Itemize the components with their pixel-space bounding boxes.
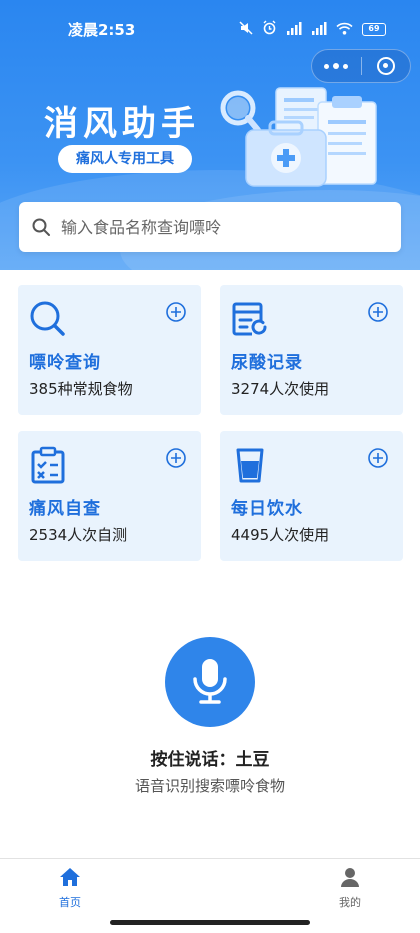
dot-icon [333, 63, 340, 69]
add-circle-icon[interactable] [165, 447, 187, 469]
tab-label: 首页 [59, 896, 81, 909]
tab-home[interactable]: 首页 [35, 867, 105, 910]
more-menu-button[interactable] [312, 49, 361, 83]
search-input[interactable] [61, 217, 381, 237]
add-circle-icon[interactable] [367, 301, 389, 323]
mini-program-capsule [311, 49, 411, 83]
card-subtitle: 4495人次使用 [231, 526, 330, 544]
card-title: 每日饮水 [231, 499, 303, 519]
status-time: 凌晨2:53 [68, 21, 136, 39]
mute-icon [239, 20, 253, 39]
tab-label: 我的 [339, 896, 361, 909]
add-circle-icon[interactable] [165, 301, 187, 323]
user-icon [341, 868, 359, 887]
status-bar: 凌晨2:53 69 [0, 0, 420, 56]
status-icons: 69 [239, 20, 386, 39]
magnifier-icon [30, 301, 65, 336]
voice-search-button[interactable] [165, 637, 255, 727]
card-daily-water[interactable]: 每日饮水 4495人次使用 [220, 431, 403, 561]
card-title: 痛风自查 [29, 499, 101, 519]
app-subtitle-badge: 痛风人专用工具 [58, 145, 192, 173]
alarm-icon [262, 20, 277, 39]
bottom-tab-bar: 首页 我的 [0, 858, 420, 918]
signal-icon [311, 20, 327, 39]
microphone-icon [193, 659, 227, 704]
card-title: 尿酸记录 [231, 353, 303, 373]
voice-hint-subtitle: 语音识别搜索嘌呤食物 [134, 777, 285, 795]
wifi-icon [336, 20, 353, 39]
card-gout-self-check[interactable]: 痛风自查 2534人次自测 [18, 431, 201, 561]
card-purine-query[interactable]: 嘌呤查询 385种常规食物 [18, 285, 201, 415]
card-subtitle: 2534人次自测 [29, 526, 128, 544]
search-bar[interactable] [19, 202, 401, 252]
add-circle-icon[interactable] [367, 447, 389, 469]
record-icon [232, 302, 267, 336]
medical-kit-illustration [220, 87, 377, 187]
card-subtitle: 3274人次使用 [231, 380, 330, 398]
target-icon [376, 57, 395, 75]
close-mini-program-button[interactable] [361, 49, 410, 83]
app-title: 消风助手 [44, 104, 200, 144]
tab-mine[interactable]: 我的 [315, 867, 385, 910]
home-icon [60, 868, 80, 886]
card-subtitle: 385种常规食物 [29, 380, 133, 398]
checklist-icon [31, 446, 65, 484]
voice-hint-title: 按住说话：土豆 [150, 750, 270, 770]
search-icon [32, 218, 50, 236]
card-title: 嘌呤查询 [29, 353, 101, 373]
card-uric-acid-record[interactable]: 尿酸记录 3274人次使用 [220, 285, 403, 415]
dot-icon [343, 63, 349, 69]
signal-icon [286, 20, 302, 39]
battery-icon: 69 [362, 23, 386, 36]
home-indicator[interactable] [110, 920, 310, 925]
dot-icon [324, 63, 330, 69]
water-cup-icon [236, 448, 264, 483]
